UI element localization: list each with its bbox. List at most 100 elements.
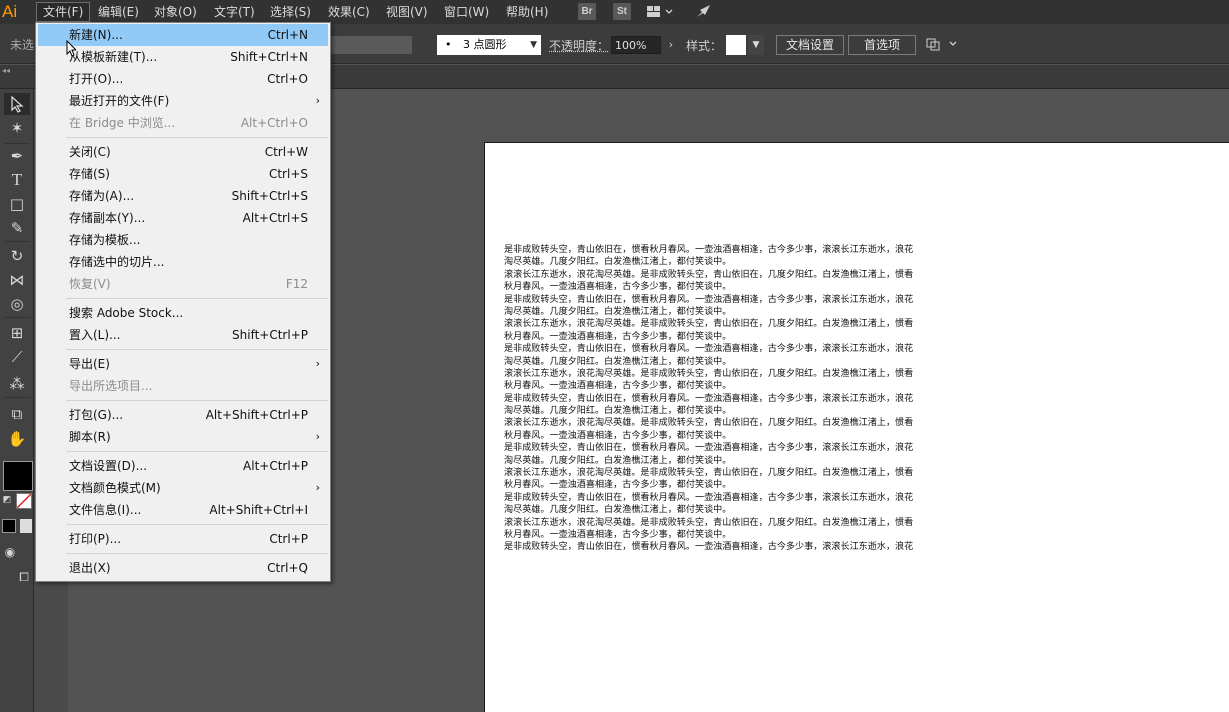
- draw-mode-icon[interactable]: ◉: [2, 544, 18, 560]
- text-line: 是非成败转头空，青山依旧在，惯看秋月春风。一壶浊酒喜相逢，古今多少事，滚滚长江东…: [504, 443, 914, 454]
- rectangle-tool-icon[interactable]: □: [4, 193, 30, 215]
- shape-builder-icon[interactable]: ◎: [4, 293, 30, 315]
- chevron-right-icon[interactable]: ›: [664, 36, 678, 54]
- menu-item-exit[interactable]: 退出(X) Ctrl+Q: [38, 557, 328, 579]
- menu-item-label: 关闭(C): [69, 145, 111, 159]
- menu-item-label: 恢复(V): [69, 277, 111, 291]
- type-tool-icon[interactable]: T: [4, 169, 30, 191]
- color-mode-icon[interactable]: [2, 519, 16, 533]
- text-line: 秋月春风。一壶浊酒喜相逢，古今多少事，都付笑谈中。: [504, 381, 732, 392]
- menu-item-open[interactable]: 打开(O)... Ctrl+O: [38, 68, 328, 90]
- menu-item-open-recent[interactable]: 最近打开的文件(F) ›: [38, 90, 328, 112]
- menu-item-close[interactable]: 关闭(C) Ctrl+W: [38, 141, 328, 163]
- menu-item-file-info[interactable]: 文件信息(I)... Alt+Shift+Ctrl+I: [38, 499, 328, 521]
- width-tool-icon[interactable]: ⋈: [4, 269, 30, 291]
- preferences-button[interactable]: 首选项: [848, 35, 916, 55]
- text-line: 是非成败转头空，青山依旧在，惯看秋月春风。一壶浊酒喜相逢，古今多少事，滚滚长江东…: [504, 492, 914, 503]
- stroke-color-swatch[interactable]: [16, 493, 32, 509]
- menu-item-shortcut: Ctrl+P: [269, 532, 308, 546]
- workspace-switcher-icon[interactable]: [645, 3, 675, 20]
- menu-item-export[interactable]: 导出(E) ›: [38, 353, 328, 375]
- menu-window[interactable]: 窗口(W): [438, 2, 495, 22]
- menu-help[interactable]: 帮助(H): [500, 2, 554, 22]
- toolbar-divider: [4, 241, 30, 242]
- opacity-input[interactable]: 100%: [611, 36, 661, 54]
- menu-file[interactable]: 文件(F): [36, 2, 91, 22]
- graphic-style-swatch[interactable]: [726, 35, 746, 55]
- menu-item-label: 存储副本(Y)...: [69, 211, 146, 225]
- menu-type[interactable]: 文字(T): [208, 2, 261, 22]
- screen-mode-icon[interactable]: ⧠: [16, 569, 32, 585]
- pen-tool-icon[interactable]: ✒: [4, 145, 30, 167]
- menu-separator: [66, 553, 328, 554]
- text-line: 秋月春风。一壶浊酒喜相逢，古今多少事，都付笑谈中。: [504, 529, 732, 540]
- gradient-mode-icon[interactable]: [20, 519, 32, 533]
- arrange-documents-icon[interactable]: [926, 37, 960, 54]
- menu-item-save-a-copy[interactable]: 存储副本(Y)... Alt+Ctrl+S: [38, 207, 328, 229]
- menu-item-save-as-template[interactable]: 存储为模板...: [38, 229, 328, 251]
- menu-view[interactable]: 视图(V): [380, 2, 434, 22]
- symbol-sprayer-icon[interactable]: ⁂: [4, 373, 30, 395]
- menu-item-place[interactable]: 置入(L)... Shift+Ctrl+P: [38, 324, 328, 346]
- menu-item-shortcut: Shift+Ctrl+N: [230, 50, 308, 64]
- magic-wand-icon[interactable]: ✶: [4, 117, 30, 139]
- chevron-down-icon: ▼: [530, 40, 537, 50]
- text-line: 是非成败转头空，青山依旧在，惯看秋月春风。一壶浊酒喜相逢，古今多少事，滚滚长江东…: [504, 294, 914, 305]
- menu-item-package[interactable]: 打包(G)... Alt+Shift+Ctrl+P: [38, 404, 328, 426]
- text-line: 淘尽英雄。几度夕阳红。白发渔樵江渚上，都付笑谈中。: [504, 257, 732, 268]
- text-line: 滚滚长江东逝水，浪花淘尽英雄。是非成败转头空，青山依旧在，几度夕阳红。白发渔樵江…: [504, 468, 914, 479]
- menu-item-revert: 恢复(V) F12: [38, 273, 328, 295]
- menu-item-label: 存储(S): [69, 167, 110, 181]
- document-setup-button[interactable]: 文档设置: [776, 35, 844, 55]
- stock-icon[interactable]: St: [613, 3, 631, 20]
- toolbar-divider: [4, 317, 30, 318]
- brush-dot: •: [445, 38, 452, 51]
- menu-item-document-color-mode[interactable]: 文档颜色模式(M) ›: [38, 477, 328, 499]
- stroke-weight-field[interactable]: [330, 36, 412, 54]
- menu-item-save-as[interactable]: 存储为(A)... Shift+Ctrl+S: [38, 185, 328, 207]
- chevron-down-icon[interactable]: ▼: [748, 35, 764, 55]
- menu-item-save[interactable]: 存储(S) Ctrl+S: [38, 163, 328, 185]
- tools-panel: ✶ ✒ T □ ✎ ↻ ⋈ ◎ ⊞ ⟋ ⁂ ⧉ ✋ ◩ ◉ ⧠: [0, 89, 34, 712]
- eyedropper-icon[interactable]: ⟋: [4, 346, 30, 368]
- artboard-tool-icon[interactable]: ⧉: [4, 403, 30, 425]
- menu-effect[interactable]: 效果(C): [322, 2, 376, 22]
- menu-separator: [66, 137, 328, 138]
- menu-item-label: 文件信息(I)...: [69, 503, 142, 517]
- menu-item-new[interactable]: 新建(N)... Ctrl+N: [38, 24, 328, 46]
- default-colors-icon[interactable]: ◩: [0, 493, 14, 507]
- text-line: 是非成败转头空，青山依旧在，惯看秋月春风。一壶浊酒喜相逢，古今多少事，滚滚长江东…: [504, 245, 914, 255]
- menu-item-label: 脚本(R): [69, 430, 111, 444]
- rotate-tool-icon[interactable]: ↻: [4, 245, 30, 267]
- file-menu-dropdown: 新建(N)... Ctrl+N 从模板新建(T)... Shift+Ctrl+N 打…: [35, 22, 331, 582]
- menu-item-scripts[interactable]: 脚本(R) ›: [38, 426, 328, 448]
- bridge-icon[interactable]: Br: [578, 3, 596, 20]
- menu-item-new-from-template[interactable]: 从模板新建(T)... Shift+Ctrl+N: [38, 46, 328, 68]
- menu-item-label: 在 Bridge 中浏览...: [69, 116, 176, 130]
- chevron-right-icon: ›: [315, 481, 320, 494]
- opacity-label[interactable]: 不透明度：: [549, 37, 609, 54]
- menu-item-label: 存储选中的切片...: [69, 255, 165, 269]
- selection-tool-icon[interactable]: [4, 93, 30, 115]
- brush-definition-select[interactable]: • 3 点圆形 ▼: [437, 35, 541, 55]
- menu-item-shortcut: Ctrl+S: [268, 167, 308, 181]
- menu-item-label: 存储为(A)...: [69, 189, 135, 203]
- text-line: 淘尽英雄。几度夕阳红。白发渔樵江渚上，都付笑谈中。: [504, 505, 732, 516]
- fill-color-swatch[interactable]: [3, 461, 33, 491]
- mesh-tool-icon[interactable]: ⊞: [4, 322, 30, 344]
- publish-icon[interactable]: [694, 3, 714, 20]
- menu-edit[interactable]: 编辑(E): [92, 2, 145, 22]
- document-text-block[interactable]: 是非成败转头空，青山依旧在，惯看秋月春风。一壶浊酒喜相逢，古今多少事，滚滚长江东…: [504, 244, 974, 554]
- menu-item-search-adobe-stock[interactable]: 搜索 Adobe Stock...: [38, 302, 328, 324]
- paintbrush-tool-icon[interactable]: ✎: [4, 217, 30, 239]
- menu-object[interactable]: 对象(O): [148, 2, 203, 22]
- menu-item-print[interactable]: 打印(P)... Ctrl+P: [38, 528, 328, 550]
- menu-item-shortcut: Ctrl+N: [267, 28, 308, 42]
- text-line: 是非成败转头空，青山依旧在，惯看秋月春风。一壶浊酒喜相逢，古今多少事，滚滚长江东…: [504, 344, 914, 355]
- menu-select[interactable]: 选择(S): [264, 2, 317, 22]
- menu-item-save-selected-slices[interactable]: 存储选中的切片...: [38, 251, 328, 273]
- hand-tool-icon[interactable]: ✋: [4, 428, 30, 450]
- menu-item-document-setup[interactable]: 文档设置(D)... Alt+Ctrl+P: [38, 455, 328, 477]
- panel-collapse-icon[interactable]: ◂◂: [2, 66, 10, 75]
- menu-item-shortcut: Ctrl+O: [267, 72, 308, 86]
